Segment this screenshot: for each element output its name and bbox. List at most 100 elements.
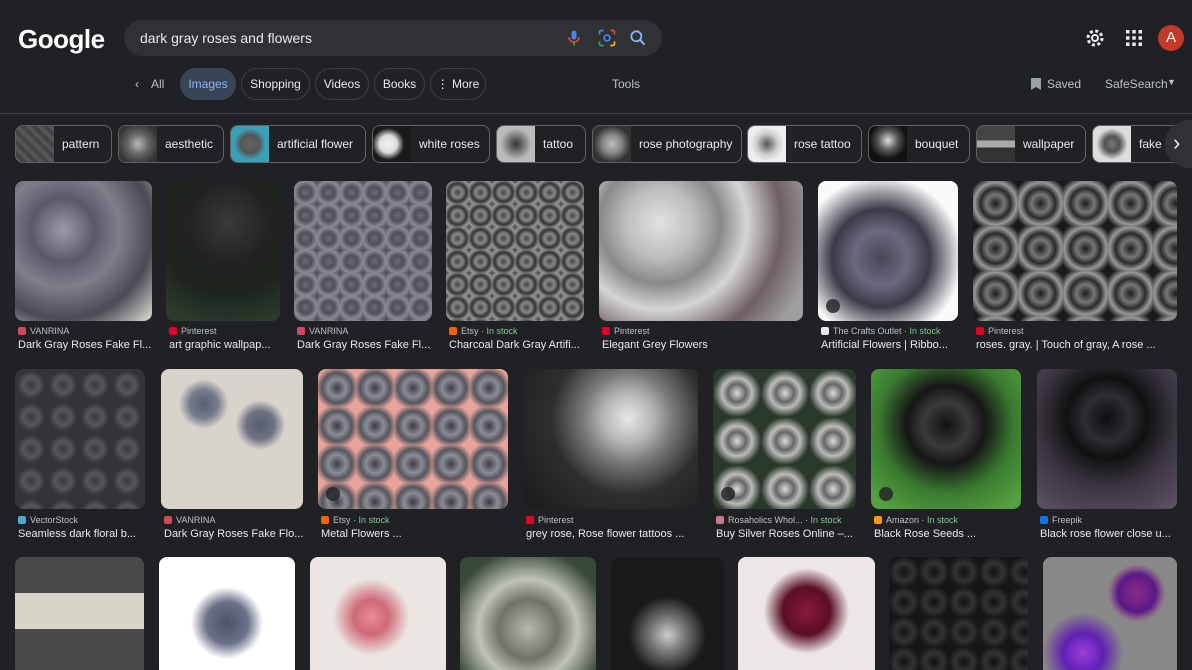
result-image[interactable] [1043, 557, 1177, 670]
result-title[interactable]: Dark Gray Roses Fake Fl... [297, 339, 431, 351]
result-image[interactable] [318, 369, 508, 509]
tab-videos[interactable]: Videos [315, 68, 369, 100]
chip-tattoo[interactable]: tattoo [496, 125, 586, 163]
result-title[interactable]: Seamless dark floral b... [18, 528, 145, 540]
result-card[interactable]: VANRINA Dark Gray Roses Fake Flo... [161, 369, 304, 541]
chip-white-roses[interactable]: white roses [372, 125, 490, 163]
chip-pattern[interactable]: pattern [15, 125, 112, 163]
saved-link[interactable]: Saved [1047, 77, 1081, 91]
apps-grid-icon[interactable] [1122, 26, 1146, 50]
google-logo[interactable]: Google [18, 24, 105, 55]
source-favicon [321, 516, 329, 524]
result-card[interactable]: VANRINA Dark Gray Roses Fake Fl... [15, 181, 153, 351]
result-image[interactable] [871, 369, 1021, 509]
result-title[interactable]: art graphic wallpap... [169, 339, 281, 351]
account-avatar[interactable]: A [1158, 25, 1184, 51]
result-card[interactable]: Freepik Black rose flower close u... [1037, 369, 1177, 541]
result-card[interactable]: Amazon · In stock Black Rose Seeds ... [871, 369, 1022, 541]
result-image[interactable] [159, 557, 295, 670]
chip-thumbnail [119, 126, 157, 162]
result-card[interactable] [611, 557, 724, 670]
result-title[interactable]: Metal Flowers ... [321, 528, 508, 540]
result-title[interactable]: Black rose flower close u... [1040, 528, 1177, 540]
result-card[interactable]: Pinterest grey rose, Rose flower tattoos… [523, 369, 699, 541]
result-card[interactable] [738, 557, 875, 670]
search-box[interactable]: dark gray roses and flowers [124, 20, 662, 56]
result-title[interactable]: Dark Gray Roses Fake Fl... [18, 339, 152, 351]
tab-shopping[interactable]: Shopping [241, 68, 310, 100]
search-icon[interactable] [628, 28, 648, 48]
result-card[interactable] [1043, 557, 1177, 670]
result-card[interactable]: The Crafts Outlet · In stock Artificial … [818, 181, 958, 351]
result-image[interactable] [15, 369, 145, 509]
result-title[interactable]: Artificial Flowers | Ribbo... [821, 339, 958, 351]
result-card[interactable]: Pinterest roses. gray. | Touch of gray, … [973, 181, 1178, 351]
tab-more[interactable]: ⋮ More [430, 68, 486, 100]
header-divider [0, 113, 1192, 114]
chip-rose-photography[interactable]: rose photography [592, 125, 742, 163]
tab-all[interactable]: All [151, 77, 164, 91]
result-title[interactable]: Black Rose Seeds ... [874, 528, 1022, 540]
chip-wallpaper[interactable]: wallpaper [976, 125, 1086, 163]
result-title[interactable]: roses. gray. | Touch of gray, A rose ... [976, 339, 1176, 351]
chip-label: rose photography [639, 137, 733, 151]
tools-button[interactable]: Tools [612, 77, 640, 91]
chip-label: tattoo [543, 137, 574, 151]
result-image[interactable] [310, 557, 446, 670]
chip-thumbnail [373, 126, 411, 162]
result-image[interactable] [599, 181, 803, 321]
gear-icon[interactable] [1083, 26, 1107, 50]
tab-books[interactable]: Books [374, 68, 425, 100]
result-image[interactable] [818, 181, 958, 321]
chip-rose-tattoo[interactable]: rose tattoo [747, 125, 862, 163]
result-image[interactable] [294, 181, 432, 321]
result-image[interactable] [446, 181, 584, 321]
result-image[interactable] [166, 181, 280, 321]
bookmark-icon[interactable] [1030, 77, 1042, 91]
result-image[interactable] [161, 369, 303, 509]
chevron-down-icon[interactable]: ▼ [1167, 77, 1176, 87]
result-image[interactable] [1037, 369, 1177, 509]
chip-thumbnail [869, 126, 907, 162]
result-image[interactable] [523, 369, 698, 509]
result-image[interactable] [15, 181, 152, 321]
result-card[interactable]: VectorStock Seamless dark floral b... [15, 369, 146, 541]
lens-icon[interactable] [597, 28, 617, 48]
mic-icon[interactable] [564, 28, 584, 48]
chip-artificial-flower[interactable]: artificial flower [230, 125, 366, 163]
result-card[interactable]: Etsy · In stock Metal Flowers ... [318, 369, 509, 541]
result-image[interactable] [713, 369, 856, 509]
source-favicon [821, 327, 829, 335]
result-card[interactable]: VANRINA Dark Gray Roses Fake Fl... [294, 181, 432, 351]
result-source: Amazon · In stock [874, 515, 1022, 525]
result-image[interactable] [889, 557, 1028, 670]
result-source: Pinterest [526, 515, 698, 525]
result-source: Etsy · In stock [321, 515, 508, 525]
chip-label: aesthetic [165, 137, 214, 151]
result-title[interactable]: Elegant Grey Flowers [602, 339, 802, 351]
result-image[interactable] [15, 557, 144, 670]
result-title[interactable]: Buy Silver Roses Online –... [716, 528, 856, 540]
result-card[interactable] [310, 557, 446, 670]
result-card[interactable]: Pinterest art graphic wallpap... [166, 181, 282, 351]
result-title[interactable]: grey rose, Rose flower tattoos ... [526, 528, 698, 540]
result-image[interactable] [738, 557, 875, 670]
tab-images[interactable]: Images [180, 68, 236, 100]
result-card[interactable] [159, 557, 295, 670]
result-image[interactable] [460, 557, 596, 670]
result-image[interactable] [611, 557, 724, 670]
safesearch-button[interactable]: SafeSearch [1105, 77, 1168, 91]
result-card[interactable]: Pinterest Elegant Grey Flowers [599, 181, 804, 351]
result-title[interactable]: Dark Gray Roses Fake Flo... [164, 528, 303, 540]
result-card[interactable] [460, 557, 596, 670]
result-card[interactable] [15, 557, 144, 670]
search-query[interactable]: dark gray roses and flowers [140, 30, 312, 46]
result-image[interactable] [973, 181, 1177, 321]
result-title[interactable]: Charcoal Dark Gray Artifi... [449, 339, 584, 351]
result-card[interactable]: Rosaholics Whol... · In stock Buy Silver… [713, 369, 856, 541]
result-card[interactable] [889, 557, 1028, 670]
back-icon[interactable]: ‹ [135, 77, 139, 91]
result-card[interactable]: Etsy · In stock Charcoal Dark Gray Artif… [446, 181, 585, 351]
chip-bouquet[interactable]: bouquet [868, 125, 970, 163]
chip-aesthetic[interactable]: aesthetic [118, 125, 224, 163]
